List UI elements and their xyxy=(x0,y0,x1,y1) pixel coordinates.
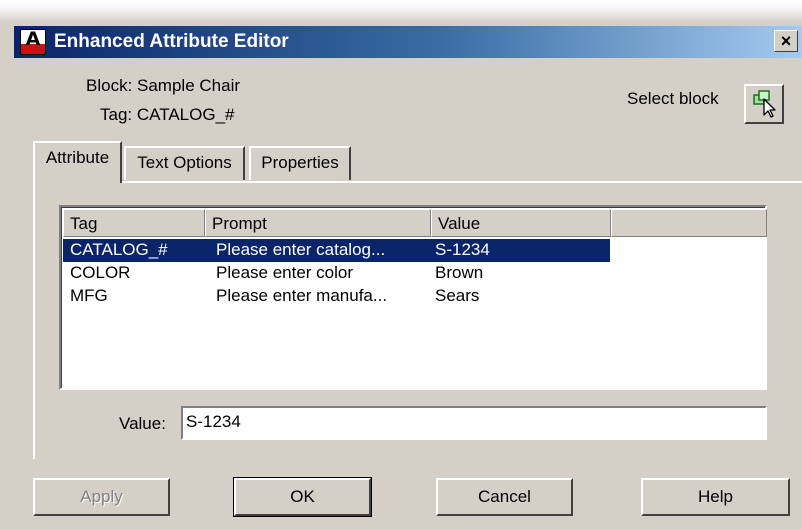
window-top-shadow xyxy=(0,0,802,22)
tab-attribute[interactable]: Attribute xyxy=(33,141,122,183)
cancel-button[interactable]: Cancel xyxy=(436,478,573,516)
apply-button[interactable]: Apply xyxy=(33,478,170,516)
select-block-button[interactable] xyxy=(744,84,784,124)
close-button[interactable]: × xyxy=(774,30,798,52)
window-title: Enhanced Attribute Editor xyxy=(54,31,289,52)
title-bar[interactable]: A Enhanced Attribute Editor × xyxy=(14,26,802,58)
help-button[interactable]: Help xyxy=(641,478,790,516)
close-icon: × xyxy=(780,31,792,51)
app-icon: A xyxy=(20,28,46,55)
tab-text-options[interactable]: Text Options xyxy=(124,146,245,180)
tab-properties[interactable]: Properties xyxy=(249,146,351,180)
select-objects-icon xyxy=(753,90,776,118)
block-name-label: Block: Sample Chair xyxy=(86,76,241,95)
attribute-tab-panel xyxy=(33,181,802,459)
select-block-label: Select block xyxy=(627,89,719,108)
ok-button[interactable]: OK xyxy=(233,477,372,517)
tag-name-label: Tag: CATALOG_# xyxy=(100,105,235,124)
